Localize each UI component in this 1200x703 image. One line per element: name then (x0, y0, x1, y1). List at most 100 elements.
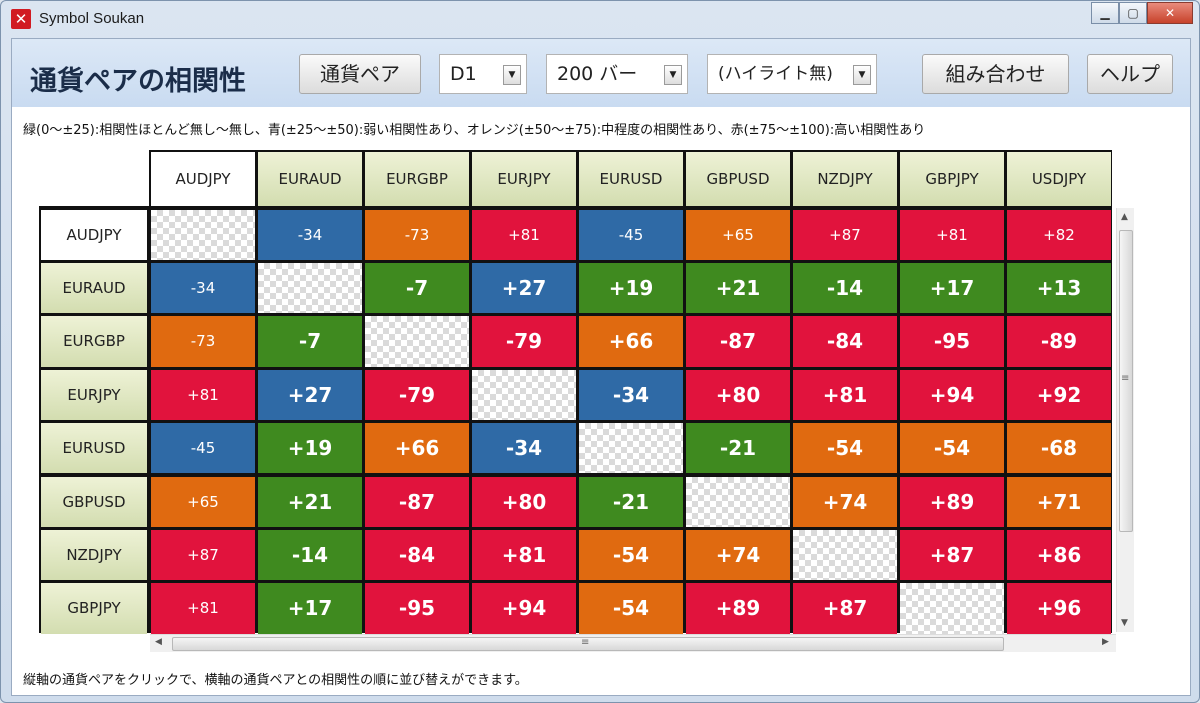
row-header[interactable]: GBPUSD (41, 476, 147, 527)
vertical-scroll-thumb[interactable]: ≡ (1119, 230, 1133, 532)
correlation-cell: +66 (365, 423, 469, 474)
row-header[interactable]: EURUSD (41, 423, 147, 474)
correlation-cell: +86 (1007, 529, 1111, 581)
correlation-cell: +87 (900, 529, 1004, 581)
column-header[interactable]: EURJPY (472, 152, 576, 206)
correlation-cell: +87 (793, 583, 897, 634)
correlation-cell: -68 (1007, 423, 1111, 474)
correlation-cell: +21 (686, 262, 790, 314)
row-header[interactable]: NZDJPY (41, 529, 147, 581)
help-button[interactable]: ヘルプ (1087, 54, 1173, 94)
maximize-icon[interactable]: ▢ (1119, 2, 1147, 24)
correlation-cell: -34 (579, 369, 683, 421)
column-header[interactable]: USDJPY (1007, 152, 1111, 206)
highlight-value: (ハイライト無) (718, 64, 833, 84)
correlation-cell: +89 (686, 583, 790, 634)
grip-icon: ≡ (581, 637, 590, 648)
diagonal-cell (686, 476, 790, 527)
row-header[interactable]: EURJPY (41, 369, 147, 421)
correlation-cell: -95 (900, 316, 1004, 367)
matrix-corner (39, 150, 149, 206)
correlation-cell: -7 (258, 316, 362, 367)
correlation-cell: -87 (365, 476, 469, 527)
correlation-cell: -21 (579, 476, 683, 527)
correlation-cell: +21 (258, 476, 362, 527)
correlation-cell: -84 (793, 316, 897, 367)
correlation-cell: +87 (151, 529, 255, 581)
vertical-scrollbar[interactable]: ▲ ≡ ▼ (1116, 208, 1134, 632)
correlation-cell: -87 (686, 316, 790, 367)
chevron-down-icon[interactable]: ▼ (664, 65, 682, 85)
client-area: 通貨ペアの相関性 通貨ペア D1 ▼ 200 バー ▼ (ハイライト無) ▼ 組… (11, 38, 1191, 696)
correlation-cell: +89 (900, 476, 1004, 527)
app-logo-icon: ✕ (11, 9, 31, 29)
scroll-right-icon[interactable]: ▶ (1102, 637, 1109, 647)
correlation-cell: +17 (900, 262, 1004, 314)
column-header[interactable]: EURAUD (258, 152, 362, 206)
column-header[interactable]: EURUSD (579, 152, 683, 206)
app-window: ✕ Symbol Soukan ▁ ▢ ✕ 通貨ペアの相関性 通貨ペア D1 ▼… (0, 0, 1200, 703)
correlation-cell: +17 (258, 583, 362, 634)
correlation-cell: +71 (1007, 476, 1111, 527)
row-header[interactable]: GBPJPY (41, 583, 147, 634)
correlation-cell: +19 (258, 423, 362, 474)
scroll-down-icon[interactable]: ▼ (1121, 618, 1128, 628)
row-header[interactable]: AUDJPY (41, 209, 147, 260)
correlation-cell: +81 (900, 209, 1004, 260)
page-title: 通貨ペアの相関性 (30, 66, 246, 97)
window-controls: ▁ ▢ ✕ (1091, 2, 1193, 24)
scroll-left-icon[interactable]: ◀ (155, 637, 162, 647)
correlation-cell: -54 (579, 529, 683, 581)
diagonal-cell (900, 583, 1004, 634)
title-bar[interactable]: ✕ Symbol Soukan ▁ ▢ ✕ (1, 1, 1199, 37)
correlation-cell: -45 (579, 209, 683, 260)
combination-button[interactable]: 組み合わせ (922, 54, 1069, 94)
correlation-cell: +81 (151, 583, 255, 634)
correlation-cell: +81 (472, 209, 576, 260)
correlation-cell: +92 (1007, 369, 1111, 421)
correlation-matrix: AUDJPY EURAUD EURGBP EURJPY EURUSD GBPUSD NZDJ… (39, 150, 1112, 634)
correlation-cell: -54 (579, 583, 683, 634)
window-title: Symbol Soukan (39, 10, 145, 27)
close-icon[interactable]: ✕ (1147, 2, 1193, 24)
correlation-cell: -95 (365, 583, 469, 634)
footer-hint: 縦軸の通貨ペアをクリックで、横軸の通貨ペアとの相関性の順に並び替えができます。 (23, 673, 528, 688)
correlation-cell: +74 (793, 476, 897, 527)
currency-pair-button[interactable]: 通貨ペア (299, 54, 421, 94)
timeframe-select[interactable]: D1 ▼ (439, 54, 527, 94)
row-header[interactable]: EURGBP (41, 316, 147, 367)
row-header[interactable]: EURAUD (41, 262, 147, 314)
chevron-down-icon[interactable]: ▼ (853, 65, 871, 85)
correlation-cell: +66 (579, 316, 683, 367)
bars-select[interactable]: 200 バー ▼ (546, 54, 688, 94)
correlation-cell: +19 (579, 262, 683, 314)
diagonal-cell (793, 529, 897, 581)
correlation-cell: +80 (686, 369, 790, 421)
correlation-cell: +27 (258, 369, 362, 421)
column-header[interactable]: GBPJPY (900, 152, 1004, 206)
minimize-icon[interactable]: ▁ (1091, 2, 1119, 24)
bars-value: 200 バー (557, 63, 638, 85)
column-header[interactable]: NZDJPY (793, 152, 897, 206)
correlation-cell: +81 (793, 369, 897, 421)
highlight-select[interactable]: (ハイライト無) ▼ (707, 54, 877, 94)
correlation-cell: +74 (686, 529, 790, 581)
correlation-cell: -73 (365, 209, 469, 260)
column-header[interactable]: GBPUSD (686, 152, 790, 206)
horizontal-scrollbar[interactable]: ◀ ≡ ▶ (150, 634, 1116, 652)
scroll-up-icon[interactable]: ▲ (1121, 212, 1128, 222)
correlation-cell: -34 (151, 262, 255, 314)
correlation-cell: +82 (1007, 209, 1111, 260)
column-header[interactable]: AUDJPY (151, 152, 255, 206)
correlation-cell: -34 (258, 209, 362, 260)
diagonal-cell (151, 209, 255, 260)
diagonal-cell (365, 316, 469, 367)
column-header[interactable]: EURGBP (365, 152, 469, 206)
diagonal-cell (472, 369, 576, 421)
horizontal-scroll-thumb[interactable]: ≡ (172, 637, 1004, 651)
chevron-down-icon[interactable]: ▼ (503, 65, 521, 85)
correlation-cell: +81 (472, 529, 576, 581)
correlation-cell: -45 (151, 423, 255, 474)
correlation-cell: +80 (472, 476, 576, 527)
correlation-cell: -89 (1007, 316, 1111, 367)
